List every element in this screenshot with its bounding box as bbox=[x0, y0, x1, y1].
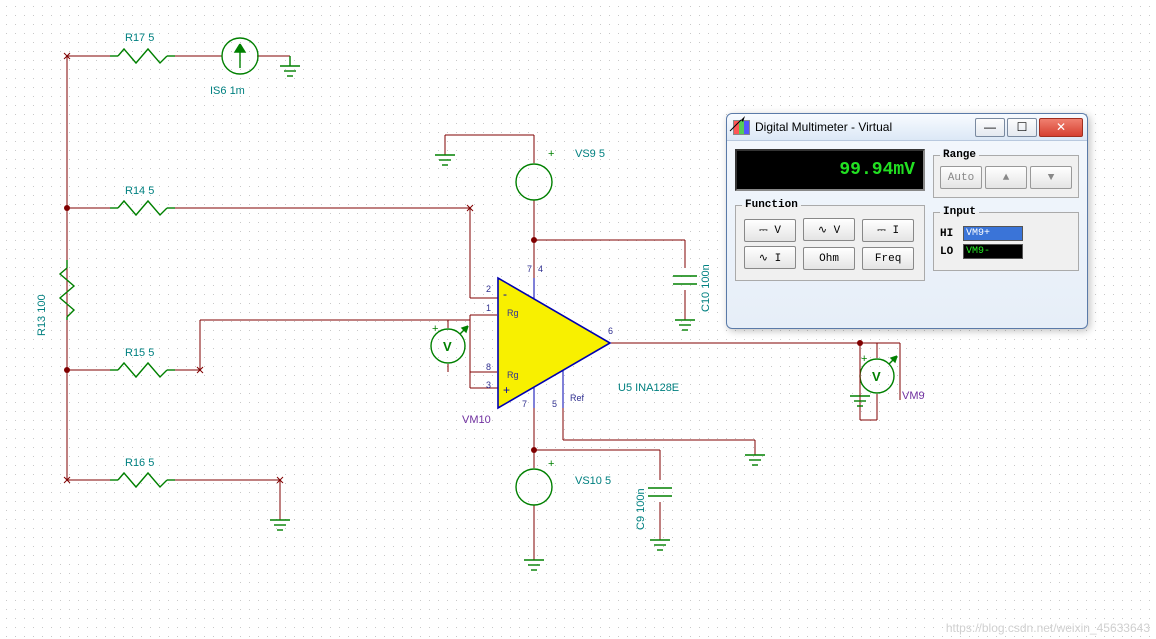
label-vs10[interactable]: VS10 5 bbox=[575, 475, 611, 487]
lo-label: LO bbox=[940, 246, 958, 258]
fn-freq-button[interactable]: Freq bbox=[862, 247, 914, 270]
label-vm10[interactable]: VM10 bbox=[462, 414, 491, 426]
pin-6: 6 bbox=[608, 326, 613, 336]
label-r13[interactable]: R13 100 bbox=[36, 294, 48, 336]
opamp-u5: - + bbox=[498, 278, 610, 408]
range-up-button[interactable]: ▲ bbox=[985, 166, 1027, 189]
fn-ohm-button[interactable]: Ohm bbox=[803, 247, 855, 270]
window-title: Digital Multimeter - Virtual bbox=[755, 120, 975, 134]
function-group: Function ⎓ V ∿ V ⎓ I ∿ I Ohm Freq bbox=[735, 199, 925, 281]
label-r16[interactable]: R16 5 bbox=[125, 457, 154, 469]
label-vs9[interactable]: VS9 5 bbox=[575, 148, 605, 160]
hi-select[interactable]: VM9+ bbox=[963, 226, 1023, 241]
range-auto-button[interactable]: Auto bbox=[940, 166, 982, 189]
function-legend: Function bbox=[742, 199, 801, 211]
pin-7: 7 bbox=[527, 264, 532, 274]
pin-2: 2 bbox=[486, 284, 491, 294]
label-u5[interactable]: U5 INA128E bbox=[618, 382, 679, 394]
label-is6[interactable]: IS6 1m bbox=[210, 85, 245, 97]
fn-dc-i-button[interactable]: ⎓ I bbox=[862, 219, 914, 242]
ref: Ref bbox=[570, 393, 584, 403]
input-group: Input HI VM9+ LO VM9- bbox=[933, 206, 1079, 271]
pin-1: 1 bbox=[486, 303, 491, 313]
label-r15[interactable]: R15 5 bbox=[125, 347, 154, 359]
label-c9[interactable]: C9 100n bbox=[635, 488, 647, 530]
vm10-plus: + bbox=[432, 323, 438, 335]
multimeter-window[interactable]: Digital Multimeter - Virtual — ☐ ✕ 99.94… bbox=[726, 113, 1088, 329]
schematic-canvas[interactable]: - + R17 5 R14 5 R15 5 R16 5 R13 100 IS6 … bbox=[0, 0, 1156, 639]
label-vm9[interactable]: VM9 bbox=[902, 390, 925, 402]
minimize-button[interactable]: — bbox=[975, 118, 1005, 137]
titlebar[interactable]: Digital Multimeter - Virtual — ☐ ✕ bbox=[727, 114, 1087, 141]
vm9-letter: V bbox=[872, 369, 881, 384]
pin-5: 5 bbox=[552, 399, 557, 409]
range-down-button[interactable]: ▼ bbox=[1030, 166, 1072, 189]
fn-dc-v-button[interactable]: ⎓ V bbox=[744, 219, 796, 242]
maximize-button[interactable]: ☐ bbox=[1007, 118, 1037, 137]
close-button[interactable]: ✕ bbox=[1039, 118, 1083, 137]
fn-ac-i-button[interactable]: ∿ I bbox=[744, 246, 796, 269]
label-c10[interactable]: C10 100n bbox=[700, 264, 712, 312]
watermark: https://blog.csdn.net/weixin_45633643 bbox=[946, 621, 1150, 635]
lo-select[interactable]: VM9- bbox=[963, 244, 1023, 259]
pin-3: 3 bbox=[486, 380, 491, 390]
vs9-plus: + bbox=[548, 148, 554, 160]
vm9-plus: + bbox=[861, 353, 867, 365]
pin-7b: 7 bbox=[522, 399, 527, 409]
hi-label: HI bbox=[940, 228, 958, 240]
svg-text:-: - bbox=[503, 287, 507, 301]
range-group: Range Auto ▲ ▼ bbox=[933, 149, 1079, 198]
probe-icon[interactable] bbox=[727, 114, 747, 134]
rg-bot: Rg bbox=[507, 370, 519, 380]
fn-ac-v-button[interactable]: ∿ V bbox=[803, 218, 855, 241]
label-r14[interactable]: R14 5 bbox=[125, 185, 154, 197]
pin-8: 8 bbox=[486, 362, 491, 372]
pin-4: 4 bbox=[538, 264, 543, 274]
vm10-letter: V bbox=[443, 339, 452, 354]
input-legend: Input bbox=[940, 206, 979, 218]
vs10-plus: + bbox=[548, 458, 554, 470]
label-r17[interactable]: R17 5 bbox=[125, 32, 154, 44]
svg-text:+: + bbox=[503, 383, 510, 397]
rg-top: Rg bbox=[507, 308, 519, 318]
range-legend: Range bbox=[940, 149, 979, 161]
meter-display: 99.94mV bbox=[735, 149, 925, 191]
